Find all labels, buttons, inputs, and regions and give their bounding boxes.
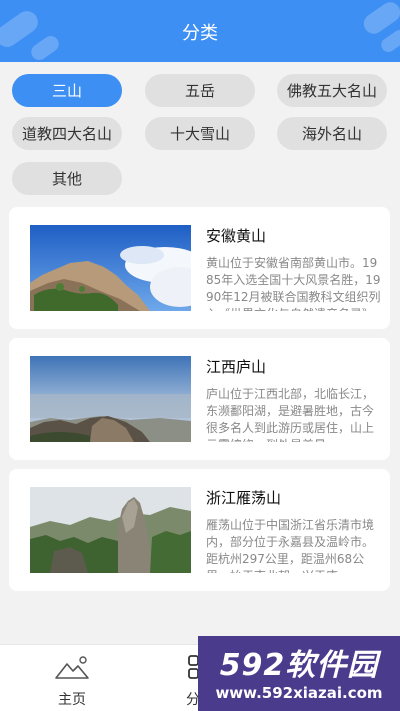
tab-home-label: 主页 [58, 692, 86, 708]
mountain-title: 浙江雁荡山 [206, 489, 282, 507]
category-chip-overseas[interactable]: 海外名山 [277, 117, 387, 150]
mountain-description: 庐山位于江西北部，北临长江，东濒鄱阳湖，是避暑胜地，古今很多名人到此游历或居住，… [206, 387, 375, 442]
page-title: 分类 [182, 23, 218, 44]
mountain-description: 黄山位于安徽省南部黄山市。1985年入选全国十大风景名胜，1990年12月被联合… [206, 256, 381, 311]
site-watermark: 592软件园 www.592xiazai.com [198, 636, 400, 711]
category-chip-snow[interactable]: 十大雪山 [145, 117, 255, 150]
category-chip-sanshan[interactable]: 三山 [12, 74, 122, 107]
category-chip-buddhist[interactable]: 佛教五大名山 [277, 74, 387, 107]
mountain-icon [52, 653, 92, 683]
mountain-photo [30, 487, 191, 573]
mountain-card[interactable]: 浙江雁荡山 雁荡山位于中国浙江省乐清市境内，部分位于永嘉县及温岭市。距杭州297… [9, 469, 390, 591]
category-chip-taoist[interactable]: 道教四大名山 [12, 117, 122, 150]
app-header: 分类 [0, 0, 400, 62]
watermark-url: www.592xiazai.com [215, 684, 383, 702]
mountain-photo [30, 356, 191, 442]
mountain-card[interactable]: 江西庐山 庐山位于江西北部，北临长江，东濒鄱阳湖，是避暑胜地，古今很多名人到此游… [9, 338, 390, 460]
mountain-title: 江西庐山 [206, 358, 267, 376]
tab-home[interactable]: 主页 [32, 645, 112, 711]
category-chip-wuyue[interactable]: 五岳 [145, 74, 255, 107]
mountain-card[interactable]: 安徽黄山 黄山位于安徽省南部黄山市。1985年入选全国十大风景名胜，1990年1… [9, 207, 390, 329]
watermark-logo: 592软件园 [219, 648, 379, 683]
mountain-title: 安徽黄山 [206, 227, 267, 245]
category-chip-other[interactable]: 其他 [12, 162, 122, 195]
mountain-description: 雁荡山位于中国浙江省乐清市境内，部分位于永嘉县及温岭市。距杭州297公里，距温州… [206, 518, 375, 573]
mountain-photo [30, 225, 191, 311]
